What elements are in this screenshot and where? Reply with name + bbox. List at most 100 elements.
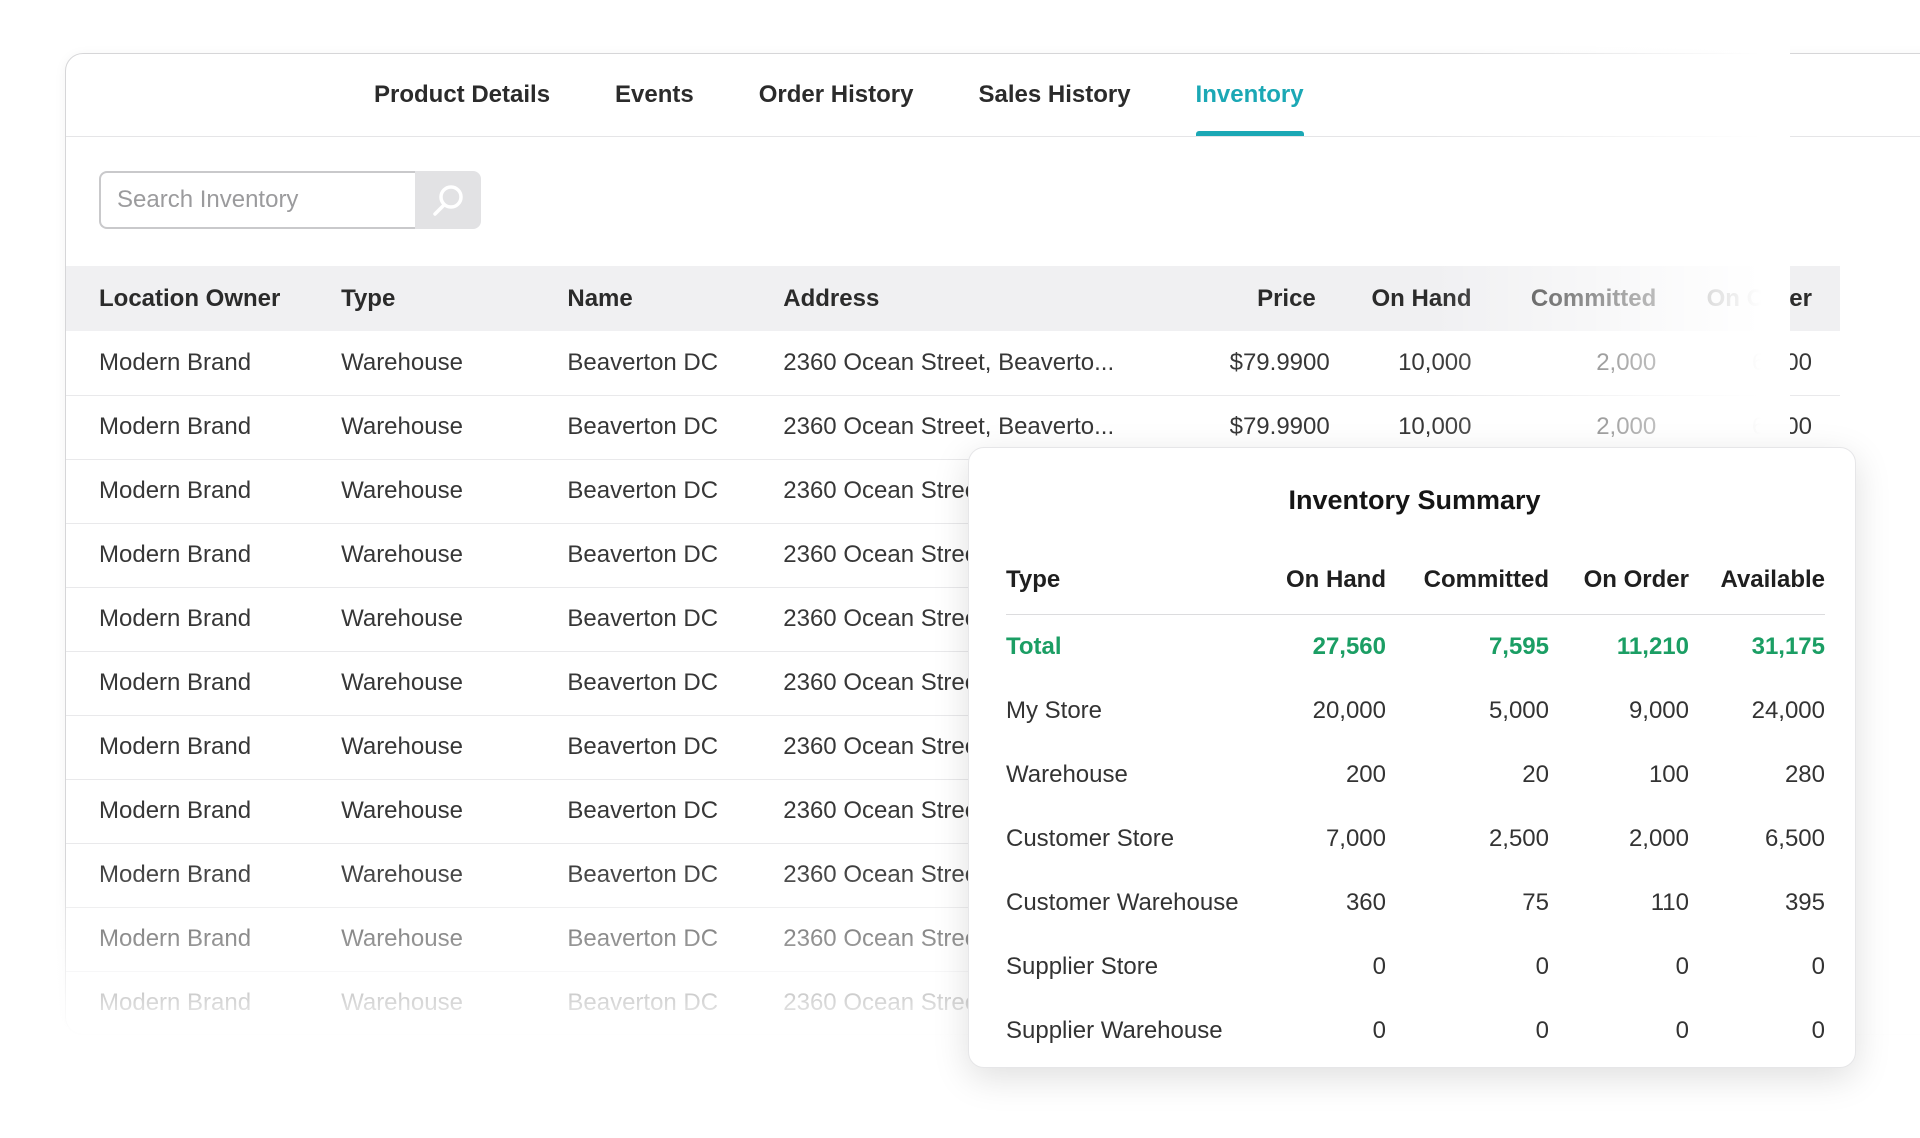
tab-inventory[interactable]: Inventory — [1196, 54, 1304, 136]
tab-sales-history[interactable]: Sales History — [978, 54, 1130, 136]
column-header-on-order[interactable]: On Order — [1684, 266, 1840, 331]
cell-location-owner: Modern Brand — [66, 907, 341, 971]
summary-cell-on-hand: 7,000 — [1266, 807, 1386, 871]
summary-cell-on-order: 9,000 — [1549, 679, 1689, 743]
summary-cell-available: 6,500 — [1689, 807, 1825, 871]
summary-cell-type: Supplier Warehouse — [1006, 999, 1266, 1063]
summary-row: Supplier Warehouse0000 — [1006, 999, 1825, 1063]
summary-cell-committed: 20 — [1386, 743, 1549, 807]
cell-name: Beaverton DC — [567, 843, 783, 907]
table-row[interactable]: Modern BrandWarehouseBeaverton DC2360 Oc… — [66, 331, 1840, 395]
summary-cell-type: Customer Warehouse — [1006, 871, 1266, 935]
column-header-on-hand[interactable]: On Hand — [1344, 266, 1500, 331]
summary-column-header-type: Type — [1006, 544, 1266, 615]
cell-location-owner: Modern Brand — [66, 331, 341, 395]
column-header-name[interactable]: Name — [567, 266, 783, 331]
cell-price: $79.9900 — [1230, 331, 1344, 395]
summary-table: TypeOn HandCommittedOn OrderAvailable To… — [1006, 544, 1825, 1063]
summary-cell-committed: 0 — [1386, 999, 1549, 1063]
search-icon — [429, 181, 467, 219]
summary-cell-on-order: 0 — [1549, 935, 1689, 999]
cell-location-owner: Modern Brand — [66, 395, 341, 459]
cell-name: Beaverton DC — [567, 331, 783, 395]
tab-product-details[interactable]: Product Details — [374, 54, 550, 136]
cell-type: Warehouse — [341, 843, 567, 907]
cell-name: Beaverton DC — [567, 907, 783, 971]
cell-name: Beaverton DC — [567, 587, 783, 651]
column-header-price[interactable]: Price — [1230, 266, 1344, 331]
cell-committed: 2,000 — [1499, 331, 1684, 395]
tab-bar: Product Details Events Order History Sales … — [66, 54, 1920, 137]
summary-column-header-on-order: On Order — [1549, 544, 1689, 615]
tab-order-history[interactable]: Order History — [759, 54, 914, 136]
summary-cell-type: Customer Store — [1006, 807, 1266, 871]
summary-row: Customer Store7,0002,5002,0006,500 — [1006, 807, 1825, 871]
summary-cell-type: Supplier Store — [1006, 935, 1266, 999]
summary-cell-committed: 75 — [1386, 871, 1549, 935]
summary-cell-on-hand: 0 — [1266, 935, 1386, 999]
column-header-address[interactable]: Address — [783, 266, 1229, 331]
summary-cell-on-hand: 200 — [1266, 743, 1386, 807]
column-header-committed[interactable]: Committed — [1499, 266, 1684, 331]
summary-column-header-on-hand: On Hand — [1266, 544, 1386, 615]
summary-total-row: Total27,5607,59511,21031,175 — [1006, 615, 1825, 679]
cell-name: Beaverton DC — [567, 651, 783, 715]
summary-cell-on-hand: 0 — [1266, 999, 1386, 1063]
summary-row: Supplier Store0000 — [1006, 935, 1825, 999]
summary-cell-type: My Store — [1006, 679, 1266, 743]
summary-cell-committed: 2,500 — [1386, 807, 1549, 871]
cell-type: Warehouse — [341, 587, 567, 651]
cell-name: Beaverton DC — [567, 395, 783, 459]
summary-cell-type: Total — [1006, 615, 1266, 679]
summary-cell-on-hand: 360 — [1266, 871, 1386, 935]
summary-cell-available: 0 — [1689, 935, 1825, 999]
summary-table-body: Total27,5607,59511,21031,175My Store20,0… — [1006, 615, 1825, 1063]
summary-column-header-available: Available — [1689, 544, 1825, 615]
page: Product Details Events Order History Sales … — [0, 0, 1920, 1138]
cell-location-owner: Modern Brand — [66, 779, 341, 843]
summary-title: Inventory Summary — [1006, 482, 1823, 518]
summary-cell-available: 0 — [1689, 999, 1825, 1063]
inventory-table-header: Location OwnerTypeNameAddressPriceOn Han… — [66, 266, 1840, 331]
cell-address: 2360 Ocean Street, Beaverto... — [783, 331, 1229, 395]
column-header-type[interactable]: Type — [341, 266, 567, 331]
summary-cell-on-hand: 27,560 — [1266, 615, 1386, 679]
cell-type: Warehouse — [341, 907, 567, 971]
summary-cell-available: 280 — [1689, 743, 1825, 807]
cell-type: Warehouse — [341, 523, 567, 587]
cell-on-hand: 10,000 — [1344, 331, 1500, 395]
cell-name: Beaverton DC — [567, 779, 783, 843]
cell-name: Beaverton DC — [567, 971, 783, 1035]
summary-cell-committed: 7,595 — [1386, 615, 1549, 679]
summary-row: Customer Warehouse36075110395 — [1006, 871, 1825, 935]
cell-type: Warehouse — [341, 331, 567, 395]
summary-cell-on-order: 11,210 — [1549, 615, 1689, 679]
search-button[interactable] — [415, 171, 481, 229]
summary-cell-committed: 0 — [1386, 935, 1549, 999]
summary-cell-on-order: 2,000 — [1549, 807, 1689, 871]
summary-cell-on-order: 100 — [1549, 743, 1689, 807]
summary-row: My Store20,0005,0009,00024,000 — [1006, 679, 1825, 743]
cell-location-owner: Modern Brand — [66, 971, 341, 1035]
cell-location-owner: Modern Brand — [66, 587, 341, 651]
cell-on-order: 6,000 — [1684, 331, 1840, 395]
cell-type: Warehouse — [341, 459, 567, 523]
cell-location-owner: Modern Brand — [66, 459, 341, 523]
summary-cell-on-order: 110 — [1549, 871, 1689, 935]
cell-location-owner: Modern Brand — [66, 715, 341, 779]
summary-column-header-committed: Committed — [1386, 544, 1549, 615]
search-row — [99, 171, 1920, 229]
cell-location-owner: Modern Brand — [66, 651, 341, 715]
summary-table-header: TypeOn HandCommittedOn OrderAvailable — [1006, 544, 1825, 615]
cell-type: Warehouse — [341, 779, 567, 843]
column-header-location-owner[interactable]: Location Owner — [66, 266, 341, 331]
summary-cell-available: 24,000 — [1689, 679, 1825, 743]
cell-type: Warehouse — [341, 651, 567, 715]
tab-events[interactable]: Events — [615, 54, 694, 136]
summary-cell-committed: 5,000 — [1386, 679, 1549, 743]
cell-location-owner: Modern Brand — [66, 843, 341, 907]
summary-cell-type: Warehouse — [1006, 743, 1266, 807]
search-input[interactable] — [99, 171, 415, 229]
summary-cell-available: 395 — [1689, 871, 1825, 935]
cell-type: Warehouse — [341, 715, 567, 779]
